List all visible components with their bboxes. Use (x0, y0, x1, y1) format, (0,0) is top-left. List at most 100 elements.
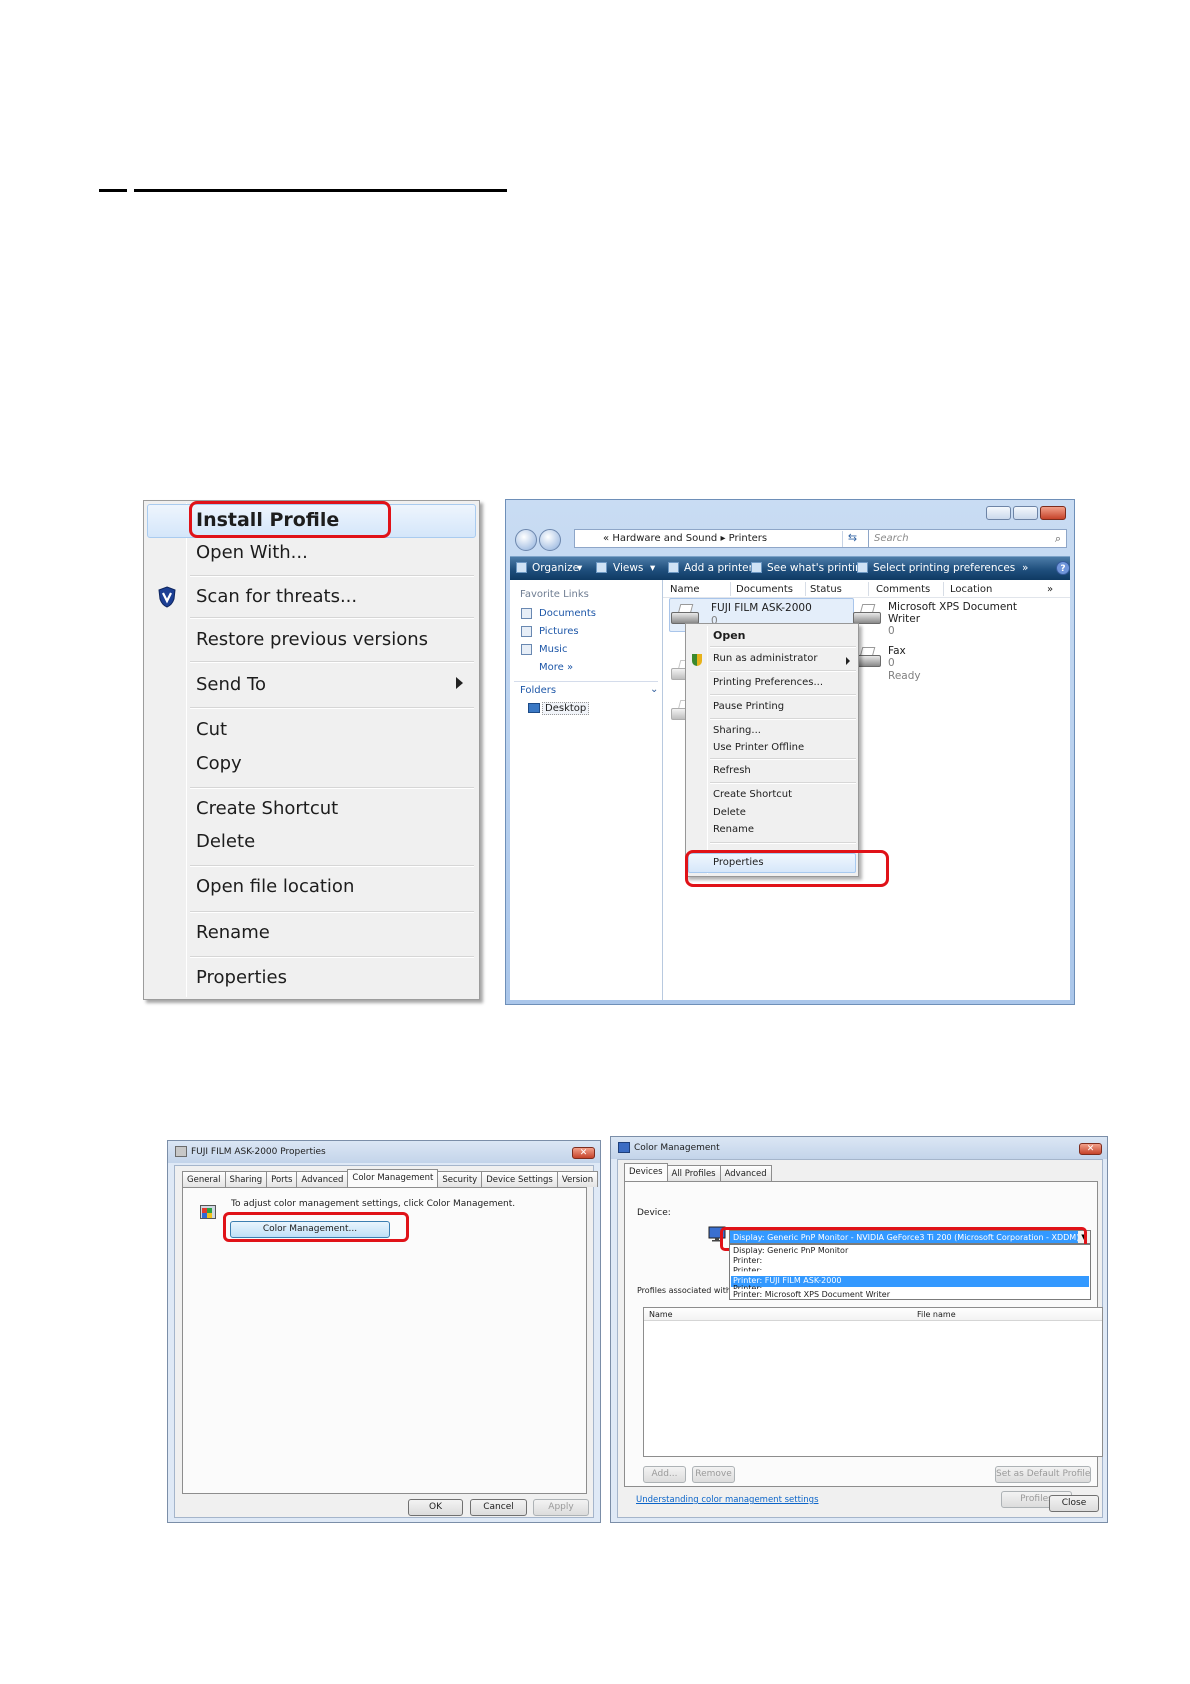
tab-general[interactable]: General (182, 1171, 226, 1187)
device-option[interactable]: Printer: (733, 1256, 762, 1265)
column-name[interactable]: Name (649, 1310, 673, 1319)
remove-button[interactable]: Remove (692, 1466, 735, 1483)
toolbar-see-printing[interactable]: See what's printing (767, 562, 868, 574)
menu-item-cut[interactable]: Cut (196, 719, 227, 740)
pmenu-pause-printing[interactable]: Pause Printing (713, 701, 784, 712)
back-icon[interactable] (515, 529, 537, 551)
cancel-button[interactable]: Cancel (470, 1499, 527, 1516)
device-option[interactable]: Display: Generic PnP Monitor (733, 1246, 848, 1255)
menu-item-send-to[interactable]: Send To (196, 674, 266, 695)
tab-all-profiles[interactable]: All Profiles (666, 1165, 721, 1181)
printer-xps-name[interactable]: Microsoft XPS Document (888, 601, 1017, 613)
toolbar-add-printer[interactable]: Add a printer (684, 562, 753, 574)
menu-item-copy[interactable]: Copy (196, 753, 242, 774)
highlight-box-properties (685, 850, 889, 887)
tab-advanced[interactable]: Advanced (296, 1171, 349, 1187)
ok-button[interactable]: OK (408, 1499, 463, 1516)
toolbar-views[interactable]: Views (613, 562, 643, 574)
pmenu-sharing[interactable]: Sharing... (713, 725, 761, 736)
menu-separator (710, 758, 856, 760)
tab-color-management[interactable]: Color Management (347, 1169, 439, 1187)
breadcrumb-hardware-sound[interactable]: Hardware and Sound (612, 533, 717, 544)
tab-version[interactable]: Version (556, 1171, 599, 1187)
link-music[interactable]: Music (539, 644, 567, 655)
menu-item-open-file-location[interactable]: Open file location (196, 876, 354, 897)
column-more[interactable]: » (1047, 584, 1053, 595)
menu-gutter (186, 503, 187, 997)
folders-header[interactable]: Folders (520, 685, 556, 696)
tab-advanced[interactable]: Advanced (719, 1165, 772, 1181)
link-documents[interactable]: Documents (539, 608, 596, 619)
menu-separator (710, 842, 856, 844)
link-pictures[interactable]: Pictures (539, 626, 579, 637)
tab-strip: Devices All Profiles Advanced (624, 1163, 772, 1181)
printer-small-icon (175, 1146, 187, 1157)
printer-fuji-name[interactable]: FUJI FILM ASK-2000 (711, 602, 812, 614)
device-option[interactable]: Printer: (733, 1266, 762, 1271)
column-documents[interactable]: Documents (736, 584, 793, 595)
tab-device-settings[interactable]: Device Settings (481, 1171, 558, 1187)
menu-item-open-with[interactable]: Open With... (196, 542, 308, 563)
menu-separator (190, 787, 474, 789)
menu-item-properties[interactable]: Properties (196, 967, 287, 988)
printer-fax-name[interactable]: Fax (888, 645, 906, 657)
search-placeholder: Search (874, 533, 909, 544)
close-icon[interactable]: ✕ (572, 1147, 595, 1159)
column-location[interactable]: Location (950, 584, 992, 595)
apply-button[interactable]: Apply (533, 1499, 589, 1516)
folder-desktop[interactable]: Desktop (542, 702, 590, 715)
forward-icon[interactable] (539, 529, 561, 551)
chevron-down-icon[interactable]: ⌄ (650, 684, 658, 695)
menu-separator (710, 718, 856, 720)
device-option-xps[interactable]: Printer: Microsoft XPS Document Writer (733, 1290, 890, 1299)
desktop-icon (528, 703, 540, 713)
close-button[interactable] (1040, 506, 1066, 520)
toolbar-more[interactable]: » (1022, 562, 1028, 574)
search-input[interactable]: Search ⌕ (868, 529, 1067, 548)
pmenu-run-as-admin[interactable]: Run as administrator (713, 653, 818, 664)
pmenu-create-shortcut[interactable]: Create Shortcut (713, 789, 792, 800)
toolbar-select-preferences[interactable]: Select printing preferences (873, 562, 1015, 574)
printer-context-menu: Open Run as administrator Printing Prefe… (685, 623, 859, 877)
close-icon[interactable]: ✕ (1079, 1143, 1102, 1155)
help-icon[interactable]: ? (1056, 561, 1070, 575)
tab-security[interactable]: Security (437, 1171, 483, 1187)
column-status[interactable]: Status (810, 584, 842, 595)
pmenu-refresh[interactable]: Refresh (713, 765, 751, 776)
pmenu-printing-preferences[interactable]: Printing Preferences... (713, 677, 823, 688)
menu-item-rename[interactable]: Rename (196, 922, 270, 943)
profiles-table[interactable]: Name File name (643, 1307, 1103, 1457)
search-icon[interactable]: ⌕ (1055, 532, 1061, 546)
set-default-profile-button[interactable]: Set as Default Profile (995, 1466, 1091, 1483)
close-button[interactable]: Close (1049, 1495, 1099, 1512)
menu-separator (190, 865, 474, 867)
menu-item-scan-threats[interactable]: Scan for threats... (196, 586, 357, 607)
menu-item-delete[interactable]: Delete (196, 831, 255, 852)
pmenu-rename[interactable]: Rename (713, 824, 754, 835)
pmenu-delete[interactable]: Delete (713, 807, 746, 818)
refresh-icon[interactable]: ⇆ (842, 531, 862, 547)
minimize-button[interactable] (986, 506, 1011, 520)
instruction-text: To adjust color management settings, cli… (231, 1199, 516, 1209)
tab-ports[interactable]: Ports (266, 1171, 298, 1187)
column-comments[interactable]: Comments (876, 584, 930, 595)
link-more[interactable]: More » (539, 662, 573, 673)
add-button[interactable]: Add... (643, 1466, 686, 1483)
understanding-link[interactable]: Understanding color management settings (636, 1495, 819, 1505)
pmenu-open[interactable]: Open (713, 629, 746, 642)
breadcrumb-printers[interactable]: Printers (729, 533, 767, 544)
maximize-button[interactable] (1013, 506, 1038, 520)
toolbar-organize[interactable]: Organize (532, 562, 579, 574)
address-bar[interactable]: « Hardware and Sound ▸ Printers (574, 529, 870, 548)
tab-devices[interactable]: Devices (624, 1163, 668, 1181)
tab-sharing[interactable]: Sharing (224, 1171, 268, 1187)
printer-xps-name-cont: Writer (888, 613, 921, 625)
column-separator (805, 582, 806, 596)
column-file-name[interactable]: File name (917, 1310, 956, 1319)
music-icon (521, 644, 532, 655)
menu-item-restore-versions[interactable]: Restore previous versions (196, 629, 428, 650)
menu-item-create-shortcut[interactable]: Create Shortcut (196, 798, 338, 819)
pmenu-use-offline[interactable]: Use Printer Offline (713, 742, 804, 753)
device-option-fuji[interactable]: Printer: FUJI FILM ASK-2000 (733, 1276, 842, 1285)
column-name[interactable]: Name (670, 584, 700, 595)
